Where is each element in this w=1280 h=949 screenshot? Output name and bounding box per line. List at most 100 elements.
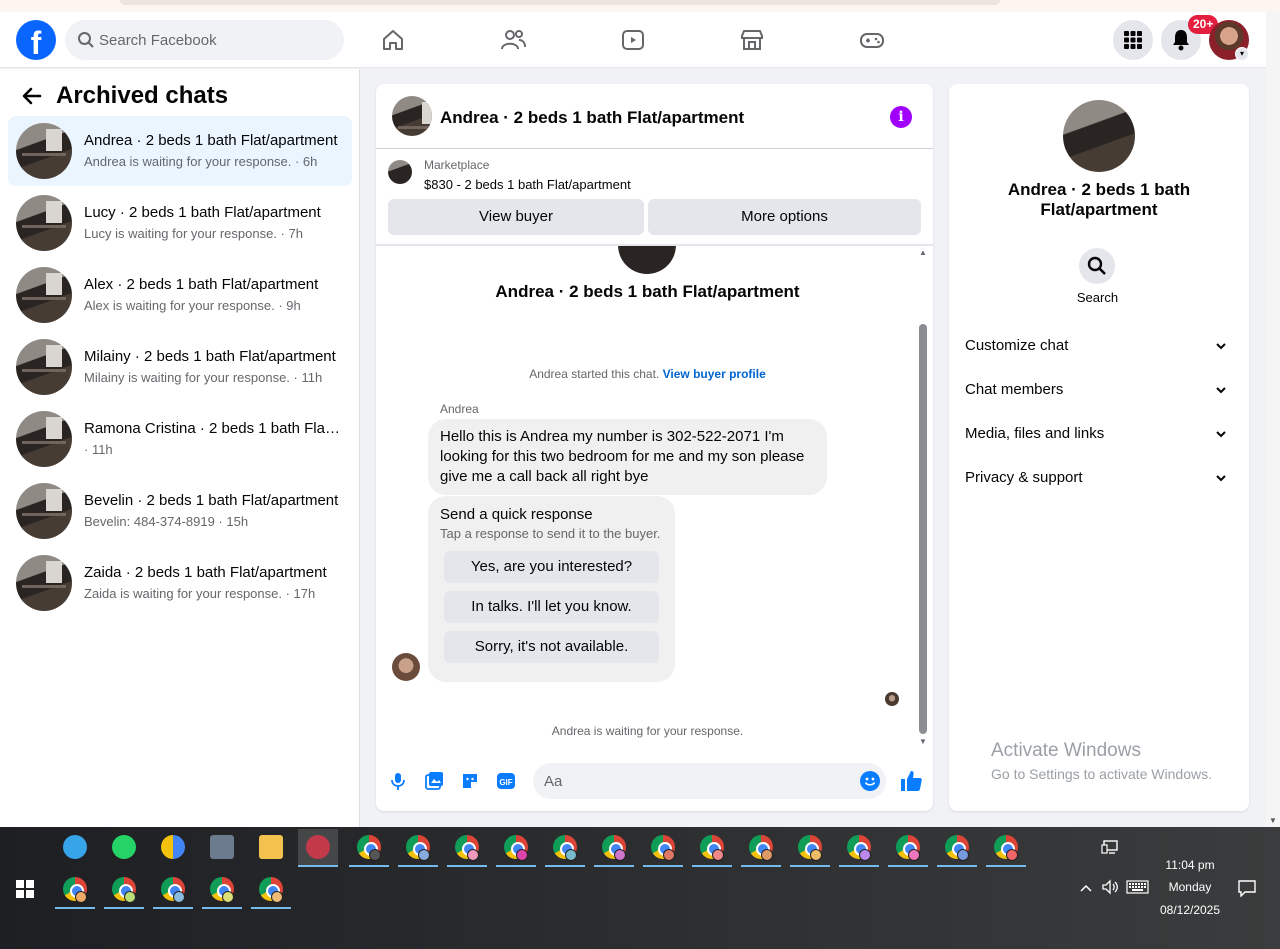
conversation-title[interactable]: Andrea · 2 beds 1 bath Flat/apartment: [440, 108, 744, 128]
thread-scrollbar[interactable]: ▲ ▼: [917, 248, 929, 746]
chat-item[interactable]: Milainy · 2 beds 1 bath Flat/apartment M…: [8, 332, 352, 402]
chrome-profile-icon[interactable]: [790, 829, 830, 867]
listing-thumbnail[interactable]: [392, 96, 432, 136]
chat-title: Andrea · 2 beds 1 bath Flat/apartment: [84, 132, 338, 149]
chrome-profile-icon[interactable]: [398, 829, 438, 867]
calculator-icon[interactable]: [202, 829, 242, 867]
app-icon-1[interactable]: [55, 829, 95, 867]
conversation-panel: Andrea · 2 beds 1 bath Flat/apartment i …: [376, 84, 933, 811]
windows-taskbar: 11:04 pm Monday 08/12/2025: [0, 827, 1280, 949]
chat-item[interactable]: Ramona Cristina · 2 beds 1 bath Flat/apa…: [8, 404, 352, 474]
chrome-profile-icon[interactable]: [545, 829, 585, 867]
emoji-icon[interactable]: [860, 771, 880, 791]
chevron-down-icon: [1216, 431, 1226, 438]
chat-preview: Andrea is waiting for your response. · 6…: [84, 154, 318, 169]
photo-icon[interactable]: [424, 771, 444, 791]
chat-item[interactable]: Andrea · 2 beds 1 bath Flat/apartment An…: [8, 116, 352, 186]
chat-item[interactable]: Zaida · 2 beds 1 bath Flat/apartment Zai…: [8, 548, 352, 618]
scroll-down-icon[interactable]: ▼: [919, 737, 927, 746]
chrome-profile-icon[interactable]: [202, 871, 242, 909]
chat-title: Zaida · 2 beds 1 bath Flat/apartment: [84, 564, 327, 581]
chrome-profile-icon[interactable]: [496, 829, 536, 867]
quick-response-button[interactable]: In talks. I'll let you know.: [444, 591, 659, 623]
chat-item[interactable]: Bevelin · 2 beds 1 bath Flat/apartment B…: [8, 476, 352, 546]
chrome-profile-icon[interactable]: [741, 829, 781, 867]
listing-thumbnail: [16, 411, 72, 467]
chrome-profile-icon[interactable]: [153, 871, 193, 909]
chat-members-section[interactable]: Chat members: [965, 376, 1233, 404]
chevron-down-icon: [1216, 387, 1226, 394]
activate-windows-title: Activate Windows: [991, 740, 1141, 761]
chrome-profile-icon[interactable]: [986, 829, 1026, 867]
search-button[interactable]: [1079, 248, 1115, 284]
chrome-profile-icon[interactable]: [888, 829, 928, 867]
home-icon[interactable]: [379, 26, 407, 54]
chat-title: Lucy · 2 beds 1 bath Flat/apartment: [84, 204, 321, 221]
chrome-profile-icon[interactable]: [251, 871, 291, 909]
chrome-profile-icon[interactable]: [55, 871, 95, 909]
keyboard-icon[interactable]: [1126, 880, 1149, 894]
like-icon[interactable]: [899, 769, 923, 793]
message-thread[interactable]: Andrea · 2 beds 1 bath Flat/apartment An…: [376, 246, 933, 746]
chrome-profile-icon[interactable]: [692, 829, 732, 867]
chrome-profile-icon[interactable]: [937, 829, 977, 867]
chrome-profile-icon[interactable]: [643, 829, 683, 867]
sticker-icon[interactable]: [460, 771, 480, 791]
message-bubble[interactable]: Hello this is Andrea my number is 302-52…: [428, 419, 827, 495]
clock-day[interactable]: Monday: [1150, 880, 1230, 894]
friends-icon[interactable]: [499, 26, 527, 54]
chrome-profile-icon[interactable]: [839, 829, 879, 867]
chat-item[interactable]: Alex · 2 beds 1 bath Flat/apartment Alex…: [8, 260, 352, 330]
more-options-button[interactable]: More options: [648, 199, 921, 235]
search-input[interactable]: [99, 20, 329, 60]
snipping-tool-icon[interactable]: [298, 829, 338, 867]
gaming-icon[interactable]: [858, 26, 886, 54]
chevron-down-icon[interactable]: ▾: [1235, 47, 1249, 61]
menu-button[interactable]: [1113, 20, 1153, 60]
message-input[interactable]: [544, 763, 844, 799]
message-input-wrap[interactable]: [533, 763, 886, 799]
page-scrollbar[interactable]: ▼: [1266, 12, 1280, 827]
chrome-profile-icon[interactable]: [594, 829, 634, 867]
clock-time[interactable]: 11:04 pm: [1150, 858, 1230, 872]
media-files-section[interactable]: Media, files and links: [965, 420, 1233, 448]
customize-chat-section[interactable]: Customize chat: [965, 332, 1233, 360]
volume-icon[interactable]: [1101, 879, 1119, 895]
chevron-up-icon[interactable]: [1079, 883, 1093, 893]
search-box[interactable]: [65, 20, 344, 60]
quick-response-button[interactable]: Sorry, it's not available.: [444, 631, 659, 663]
chat-preview: Zaida is waiting for your response. · 17…: [84, 586, 316, 601]
buyer-avatar[interactable]: [392, 653, 420, 681]
chevron-down-icon: [1216, 343, 1226, 350]
windows-start-icon[interactable]: [16, 880, 34, 898]
info-icon[interactable]: i: [890, 106, 912, 128]
chrome-profile-icon[interactable]: [447, 829, 487, 867]
scroll-up-icon[interactable]: ▲: [919, 248, 927, 257]
chat-preview: Lucy is waiting for your response. · 7h: [84, 226, 303, 241]
gif-icon[interactable]: GIF: [496, 771, 516, 791]
marketplace-label: Marketplace: [424, 158, 490, 172]
privacy-support-section[interactable]: Privacy & support: [965, 464, 1233, 492]
chrome-profile-icon[interactable]: [349, 829, 389, 867]
activate-windows-subtitle: Go to Settings to activate Windows.: [991, 766, 1212, 782]
scrollbar-thumb[interactable]: [919, 324, 927, 734]
view-buyer-profile-link[interactable]: View buyer profile: [663, 367, 766, 381]
video-icon[interactable]: [619, 26, 647, 54]
whatsapp-icon[interactable]: [104, 829, 144, 867]
chrome-canary-icon[interactable]: [153, 829, 193, 867]
clock-date[interactable]: 08/12/2025: [1150, 903, 1230, 917]
view-buyer-button[interactable]: View buyer: [388, 199, 644, 235]
file-explorer-icon[interactable]: [251, 829, 291, 867]
listing-thumbnail: [16, 483, 72, 539]
quick-response-button[interactable]: Yes, are you interested?: [444, 551, 659, 583]
microphone-icon[interactable]: [388, 771, 408, 791]
chat-item[interactable]: Lucy · 2 beds 1 bath Flat/apartment Lucy…: [8, 188, 352, 258]
listing-thumbnail: [16, 339, 72, 395]
back-arrow-icon[interactable]: [20, 84, 44, 108]
listing-thumbnail-small: [388, 160, 412, 184]
notification-center-icon[interactable]: [1238, 880, 1256, 897]
desktop-network-icon[interactable]: [1101, 840, 1119, 856]
facebook-logo-icon[interactable]: f: [16, 20, 56, 60]
chrome-profile-icon[interactable]: [104, 871, 144, 909]
marketplace-icon[interactable]: [738, 26, 766, 54]
